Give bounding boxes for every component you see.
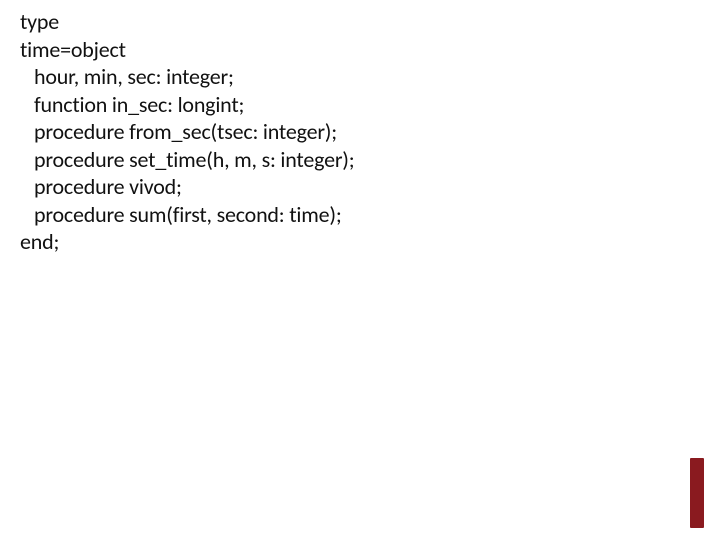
code-line-end: end;: [20, 228, 700, 256]
code-line-proc-vivod: procedure vivod;: [20, 173, 700, 201]
accent-bar: [690, 458, 704, 528]
code-line-proc-sum: procedure sum(first, second: time);: [20, 201, 700, 229]
code-line-proc-fromsec: procedure from_sec(tsec: integer);: [20, 118, 700, 146]
slide: type time=object hour, min, sec: integer…: [0, 0, 720, 540]
code-line-time-object: time=object: [20, 36, 700, 64]
code-block: type time=object hour, min, sec: integer…: [20, 8, 700, 256]
code-line-type: type: [20, 8, 700, 36]
code-line-proc-settime: procedure set_time(h, m, s: integer);: [20, 146, 700, 174]
code-line-fn-insec: function in_sec: longint;: [20, 91, 700, 119]
code-line-fields: hour, min, sec: integer;: [20, 63, 700, 91]
